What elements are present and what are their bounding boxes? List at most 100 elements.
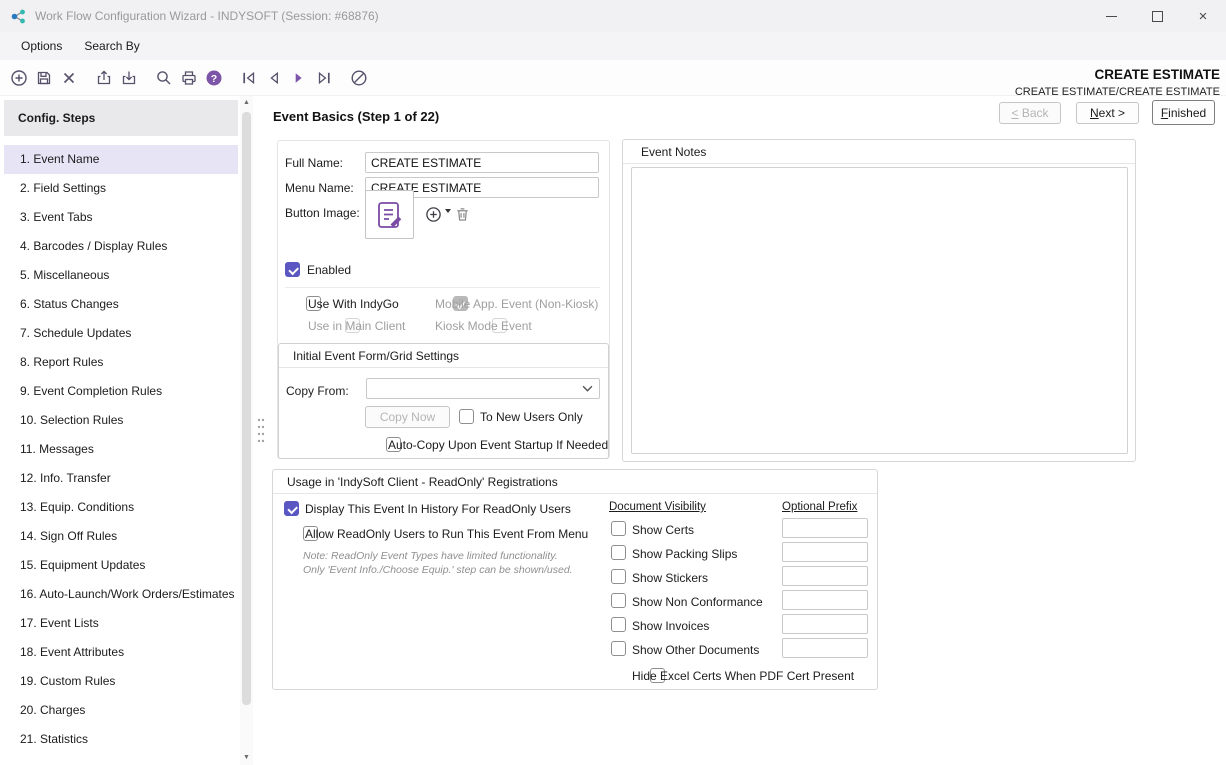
sidebar-item[interactable]: 19. Custom Rules (4, 667, 238, 696)
sidebar-item[interactable]: 14. Sign Off Rules (4, 522, 238, 551)
app-icon (10, 8, 27, 25)
import-icon[interactable] (116, 65, 141, 90)
menu-search-by[interactable]: Search By (73, 34, 150, 58)
enabled-label: Enabled (307, 263, 351, 277)
add-image-icon[interactable] (421, 202, 446, 227)
show-certs-checkbox[interactable] (611, 521, 626, 536)
doc-visibility-rows: Show CertsShow Packing SlipsShow Sticker… (611, 518, 873, 662)
optional-prefix-input[interactable] (782, 518, 868, 538)
search-icon[interactable] (151, 65, 176, 90)
doc-visibility-row: Show Stickers (611, 566, 873, 590)
sidebar-item[interactable]: 7. Schedule Updates (4, 319, 238, 348)
scroll-up-icon[interactable]: ▲ (240, 96, 253, 110)
app-window: Work Flow Configuration Wizard - INDYSOF… (0, 0, 1226, 765)
previous-record-icon[interactable] (261, 65, 286, 90)
readonly-usage-title: Usage in 'IndySoft Client - ReadOnly' Re… (273, 470, 877, 494)
auto-copy-label: Auto-Copy Upon Event Startup If Needed (388, 438, 608, 452)
enabled-checkbox[interactable] (285, 262, 300, 277)
next-button[interactable]: Next > (1076, 102, 1139, 124)
optional-prefix-input[interactable] (782, 542, 868, 562)
doc-visibility-row: Show Other Documents (611, 638, 873, 662)
use-in-main-client-label: Use in Main Client (308, 319, 405, 333)
delete-icon[interactable] (56, 65, 81, 90)
sidebar-item[interactable]: 16. Auto-Launch/Work Orders/Estimates (4, 580, 238, 609)
cancel-icon[interactable] (346, 65, 371, 90)
title-bar: Work Flow Configuration Wizard - INDYSOF… (0, 0, 1226, 32)
splitter-handle[interactable] (256, 416, 266, 446)
help-icon[interactable]: ? (201, 65, 226, 90)
print-icon[interactable] (176, 65, 201, 90)
doc-row-label: Show Packing Slips (632, 547, 737, 561)
copy-from-label: Copy From: (286, 384, 349, 398)
optional-prefix-input[interactable] (782, 590, 868, 610)
button-image-preview[interactable] (365, 190, 414, 239)
sidebar-item[interactable]: 20. Charges (4, 696, 238, 725)
sidebar-item[interactable]: 18. Event Attributes (4, 638, 238, 667)
next-record-icon[interactable] (286, 65, 311, 90)
sidebar-item[interactable]: 15. Equipment Updates (4, 551, 238, 580)
show-stickers-checkbox[interactable] (611, 569, 626, 584)
copy-now-label: Copy Now (380, 410, 435, 424)
to-new-users-only-checkbox[interactable] (459, 409, 474, 424)
readonly-usage-group: Usage in 'IndySoft Client - ReadOnly' Re… (272, 469, 878, 690)
sidebar-item[interactable]: 3. Event Tabs (4, 203, 238, 232)
maximize-button[interactable] (1134, 0, 1180, 32)
back-button[interactable]: < Back (999, 102, 1061, 124)
document-visibility-header: Document Visibility (609, 501, 706, 513)
export-icon[interactable] (91, 65, 116, 90)
config-steps-panel: Config. Steps 1. Event Name2. Field Sett… (0, 96, 254, 765)
first-record-icon[interactable] (236, 65, 261, 90)
scrollbar-thumb[interactable] (242, 112, 251, 705)
copy-from-select[interactable] (366, 378, 600, 399)
kiosk-mode-event-label: Kiosk Mode Event (435, 319, 532, 333)
next-button-label: Next > (1083, 106, 1132, 120)
config-steps-header: Config. Steps (4, 100, 238, 136)
sidebar-item[interactable]: 5. Miscellaneous (4, 261, 238, 290)
menu-options[interactable]: Options (10, 34, 73, 58)
sidebar-item[interactable]: 9. Event Completion Rules (4, 377, 238, 406)
sidebar-item[interactable]: 10. Selection Rules (4, 406, 238, 435)
sidebar-item[interactable]: 11. Messages (4, 435, 238, 464)
document-icon (374, 199, 406, 231)
last-record-icon[interactable] (311, 65, 336, 90)
optional-prefix-input[interactable] (782, 566, 868, 586)
sidebar-item[interactable]: 13. Equip. Conditions (4, 493, 238, 522)
doc-row-label: Show Invoices (632, 619, 709, 633)
maximize-icon (1152, 11, 1163, 22)
event-notes-group: Event Notes (622, 139, 1136, 462)
finished-button[interactable]: Finished (1152, 100, 1215, 125)
scroll-down-icon[interactable]: ▼ (240, 751, 253, 765)
doc-row-label: Show Stickers (632, 571, 708, 585)
sidebar-item[interactable]: 21. Statistics (4, 725, 238, 754)
doc-row-label: Show Non Conformance (632, 595, 763, 609)
sidebar-item[interactable]: 17. Event Lists (4, 609, 238, 638)
optional-prefix-input[interactable] (782, 638, 868, 658)
sidebar-item[interactable]: 12. Info. Transfer (4, 464, 238, 493)
optional-prefix-input[interactable] (782, 614, 868, 634)
show-non-conformance-checkbox[interactable] (611, 593, 626, 608)
delete-image-icon[interactable] (450, 202, 475, 227)
full-name-input[interactable] (365, 152, 599, 173)
display-history-checkbox[interactable] (284, 501, 299, 516)
to-new-users-only-label: To New Users Only (480, 410, 583, 424)
sidebar-item[interactable]: 1. Event Name (4, 145, 238, 174)
allow-run-label: Allow ReadOnly Users to Run This Event F… (305, 527, 588, 541)
show-invoices-checkbox[interactable] (611, 617, 626, 632)
minimize-button[interactable] (1088, 0, 1134, 32)
add-icon[interactable] (6, 65, 31, 90)
sidebar-scrollbar[interactable]: ▲ ▼ (240, 96, 253, 765)
sidebar-item[interactable]: 2. Field Settings (4, 174, 238, 203)
mobile-app-event-label: Mobile App. Event (Non-Kiosk) (435, 297, 598, 311)
event-notes-textarea[interactable] (631, 167, 1128, 454)
close-button[interactable]: × (1180, 0, 1226, 32)
display-history-label: Display This Event In History For ReadOn… (305, 502, 571, 516)
doc-visibility-row: Show Non Conformance (611, 590, 873, 614)
show-packing-slips-checkbox[interactable] (611, 545, 626, 560)
show-other-documents-checkbox[interactable] (611, 641, 626, 656)
sidebar-item[interactable]: 6. Status Changes (4, 290, 238, 319)
sidebar-item[interactable]: 4. Barcodes / Display Rules (4, 232, 238, 261)
copy-now-button[interactable]: Copy Now (365, 406, 450, 428)
readonly-note-line2: Only 'Event Info./Choose Equip.' step ca… (303, 564, 573, 576)
save-icon[interactable] (31, 65, 56, 90)
sidebar-item[interactable]: 8. Report Rules (4, 348, 238, 377)
